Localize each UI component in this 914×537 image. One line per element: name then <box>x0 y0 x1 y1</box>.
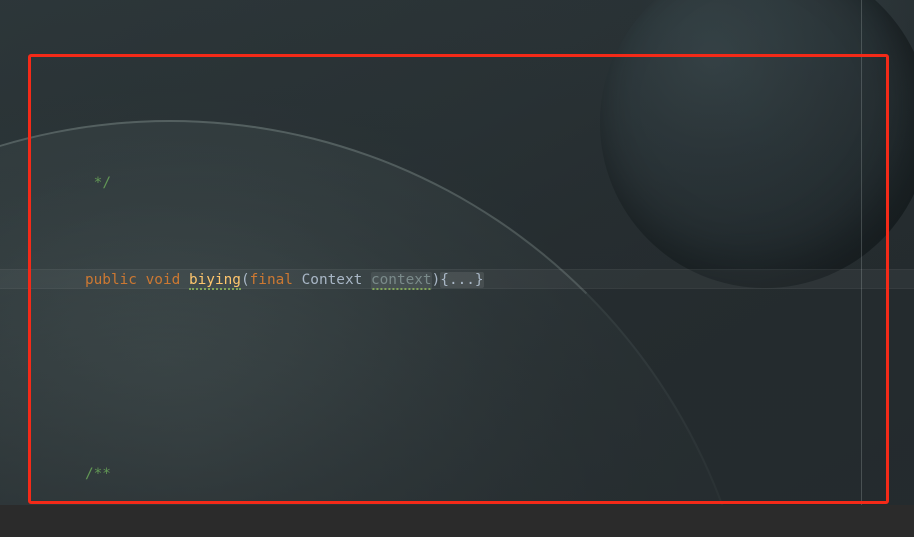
keyword-public: public <box>84 271 137 288</box>
type-context: Context <box>301 271 363 288</box>
keyword-void: void <box>145 271 181 288</box>
keyword-final: final <box>249 271 293 288</box>
code-editor[interactable]: * @param location */ public void biying(… <box>0 0 914 537</box>
code-line[interactable]: */ <box>0 154 914 191</box>
code-line[interactable]: public void biying(final Context context… <box>0 251 914 290</box>
javadoc-close: */ <box>93 174 111 191</box>
code-text-layer[interactable]: * @param location */ public void biying(… <box>0 0 914 505</box>
javadoc-open: /** <box>84 465 111 482</box>
editor-bottom-strip <box>0 505 914 537</box>
param-context: context <box>370 271 432 290</box>
code-line[interactable]: * @param location <box>0 68 914 77</box>
method-name-biying[interactable]: biying <box>188 271 241 290</box>
rparen: ) <box>431 271 441 288</box>
lparen: ( <box>240 271 250 288</box>
code-line[interactable]: /** <box>0 445 914 482</box>
code-fold-marker[interactable]: {...} <box>440 271 484 288</box>
